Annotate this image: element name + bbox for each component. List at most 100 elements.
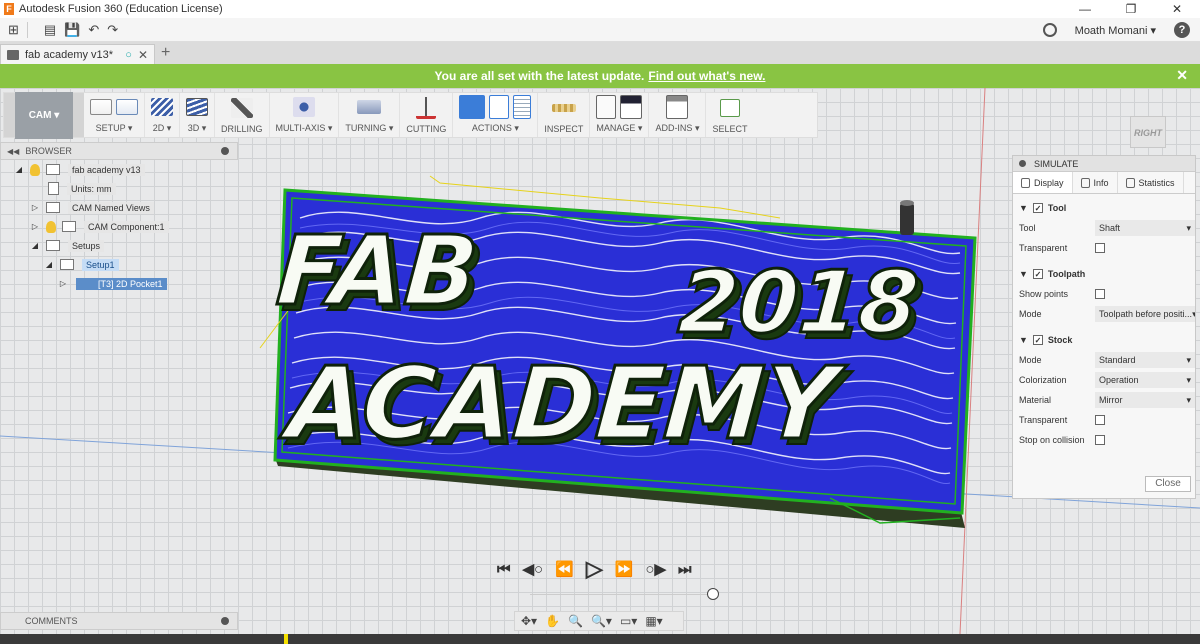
expand-arrow-icon[interactable]: ▷ [30, 222, 40, 231]
browser-node-setup1[interactable]: ◢ Setup1 [0, 255, 238, 274]
2d-toolpath-icon[interactable] [151, 98, 173, 116]
setup-sheet-icon[interactable] [513, 95, 532, 119]
tab-statistics[interactable]: Statistics [1118, 172, 1184, 193]
colorization-select[interactable]: Operation ▾ [1095, 372, 1195, 388]
undo-icon[interactable]: ↶ [88, 18, 99, 42]
timeline-marker[interactable] [284, 634, 288, 644]
comments-pin-icon[interactable] [221, 617, 229, 625]
browser-node-cam-component[interactable]: ▷ CAM Component:1 [0, 217, 238, 236]
timeline-strip[interactable] [0, 634, 1200, 644]
toolbar-group-add-ins[interactable]: ADD-INS ▾ [649, 93, 707, 137]
multi-axis-icon[interactable] [292, 97, 315, 117]
collapse-arrow-icon[interactable]: ◀◀ [7, 147, 19, 156]
show-points-checkbox[interactable] [1095, 289, 1105, 299]
step-back-icon[interactable]: ⏪ [555, 560, 574, 578]
visibility-bulb-icon[interactable] [30, 163, 40, 176]
toolbar-group-multi-axis[interactable]: MULTI-AXIS ▾ [270, 93, 340, 137]
pin-icon[interactable] [221, 147, 229, 155]
save-icon[interactable]: 💾 [64, 18, 80, 42]
expand-arrow-icon[interactable]: ▷ [58, 279, 68, 288]
tool-transparent-checkbox[interactable] [1095, 243, 1105, 253]
toolbar-group-drilling[interactable]: DRILLING [215, 93, 270, 137]
panel-menu-icon[interactable] [1019, 160, 1026, 167]
whats-new-link[interactable]: Find out what's new. [648, 69, 765, 83]
toolbar-group-2d[interactable]: 2D ▾ [145, 93, 180, 137]
expand-arrow-icon[interactable]: ◢ [14, 165, 24, 174]
data-panel-grid-icon[interactable]: ⊞ [8, 18, 19, 42]
next-operation-icon[interactable]: ○▶ [645, 560, 666, 578]
tool-checkbox[interactable]: ✓ [1032, 203, 1043, 213]
minimize-button[interactable]: — [1062, 0, 1108, 18]
previous-operation-icon[interactable]: ◀○ [523, 560, 544, 578]
browser-node-2d-pocket[interactable]: ▷ [T3] 2D Pocket1 [0, 274, 238, 293]
restore-button[interactable]: ❐ [1108, 0, 1154, 18]
expand-arrow-icon[interactable]: ◢ [44, 260, 54, 269]
simulate-icon[interactable] [459, 95, 486, 119]
drill-icon[interactable] [230, 97, 253, 118]
section-toolpath[interactable]: ▼ ✓ Toolpath [1013, 264, 1195, 284]
close-simulation-button[interactable]: Close [1145, 476, 1191, 492]
comments-panel[interactable]: COMMENTS [0, 612, 238, 630]
post-process-icon[interactable] [489, 95, 510, 119]
zoom-icon[interactable]: 🔍 [568, 614, 583, 628]
tool-library-icon[interactable] [596, 95, 617, 119]
browser-node-setups[interactable]: ◢ Setups [0, 236, 238, 255]
setup-folder-open-icon[interactable] [116, 99, 138, 115]
document-tab[interactable]: fab academy v13* ○ ✕ [0, 44, 155, 64]
play-icon[interactable]: ▷ [586, 556, 603, 582]
material-select[interactable]: Mirror ▾ [1095, 392, 1195, 408]
toolbar-group-cutting[interactable]: CUTTING [400, 93, 454, 137]
scripts-icon[interactable] [666, 95, 689, 119]
step-forward-icon[interactable]: ⏩ [615, 560, 634, 578]
banner-close-icon[interactable]: ✕ [1176, 67, 1188, 84]
collapse-toolpath-icon[interactable]: ▼ [1019, 269, 1028, 279]
toolbar-group-inspect[interactable]: INSPECT [538, 93, 591, 137]
simulation-slider-track[interactable] [530, 594, 715, 595]
collapse-tool-icon[interactable]: ▼ [1019, 203, 1028, 213]
pan-hand-icon[interactable]: ✋ [545, 614, 560, 628]
zoom-window-icon[interactable]: 🔍▾ [591, 614, 612, 628]
tool-select[interactable]: Shaft ▾ [1095, 220, 1195, 236]
stop-on-collision-checkbox[interactable] [1095, 435, 1105, 445]
select-cursor-icon[interactable] [719, 98, 740, 117]
new-setup-folder-icon[interactable] [90, 99, 112, 115]
stock-checkbox[interactable]: ✓ [1032, 335, 1043, 345]
viewcube-face-right[interactable]: RIGHT [1130, 116, 1166, 148]
measure-icon[interactable] [551, 103, 576, 112]
redo-icon[interactable]: ↷ [107, 18, 118, 42]
cutting-icon[interactable] [416, 96, 437, 119]
collapse-stock-icon[interactable]: ▼ [1019, 335, 1028, 345]
toolbar-group-3d[interactable]: 3D ▾ [180, 93, 215, 137]
section-tool[interactable]: ▼ ✓ Tool [1013, 198, 1195, 218]
template-library-icon[interactable] [620, 95, 643, 119]
toolbar-group-manage[interactable]: MANAGE ▾ [590, 93, 650, 137]
browser-node-units[interactable]: Units: mm [0, 179, 238, 198]
browser-node-document[interactable]: ◢ fab academy v13 [0, 160, 238, 179]
toolpath-mode-select[interactable]: Toolpath before positi... ▾ [1095, 306, 1195, 322]
browser-header[interactable]: ◀◀ BROWSER [0, 142, 238, 160]
toolbar-group-actions[interactable]: ACTIONS ▾ [453, 93, 539, 137]
new-tab-button[interactable]: + [161, 44, 170, 64]
view-cube[interactable]: RIGHT [1126, 108, 1170, 152]
toolbar-group-setup[interactable]: SETUP ▾ [84, 93, 145, 137]
visibility-bulb-icon[interactable] [46, 220, 56, 233]
display-settings-icon[interactable]: ▭▾ [620, 614, 637, 628]
close-window-button[interactable]: ✕ [1154, 0, 1200, 18]
orbit-icon[interactable]: ✥▾ [521, 614, 537, 628]
toolpath-checkbox[interactable]: ✓ [1032, 269, 1043, 279]
file-menu-icon[interactable]: ▤ [44, 18, 56, 42]
expand-arrow-icon[interactable]: ◢ [30, 241, 40, 250]
help-icon[interactable]: ? [1174, 22, 1190, 38]
grid-settings-icon[interactable]: ▦▾ [645, 614, 662, 628]
user-account-menu[interactable]: Moath Momani ▾ [1075, 24, 1156, 37]
toolbar-group-select[interactable]: SELECT [706, 93, 753, 137]
browser-node-named-views[interactable]: ▷ CAM Named Views [0, 198, 238, 217]
go-to-start-icon[interactable]: ⏮ [497, 561, 511, 578]
close-tab-icon[interactable]: ✕ [138, 48, 148, 62]
tab-info[interactable]: Info [1073, 172, 1118, 193]
tab-display[interactable]: Display [1013, 172, 1073, 193]
go-to-end-icon[interactable]: ⏭ [678, 561, 692, 578]
3d-toolpath-icon[interactable] [186, 98, 208, 116]
section-stock[interactable]: ▼ ✓ Stock [1013, 330, 1195, 350]
simulation-slider-handle[interactable] [707, 588, 719, 600]
